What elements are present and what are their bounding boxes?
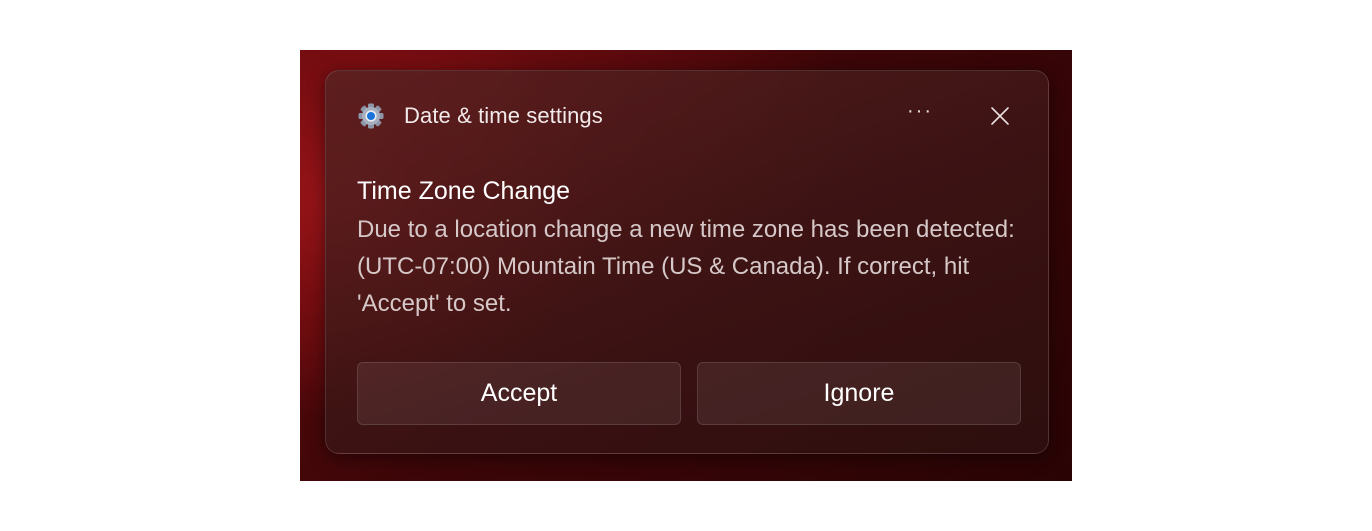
notification-actions: Accept Ignore bbox=[357, 362, 1021, 425]
notification-title: Time Zone Change bbox=[357, 177, 571, 205]
notification-body: Due to a location change a new time zone… bbox=[357, 216, 1015, 317]
more-icon: ··· bbox=[907, 100, 933, 122]
notification-content: Time Zone Change Due to a location chang… bbox=[357, 174, 1037, 322]
notification-header: Date & time settings ··· bbox=[358, 99, 1020, 133]
close-icon bbox=[991, 107, 1009, 125]
ignore-button[interactable]: Ignore bbox=[697, 362, 1021, 425]
gear-icon bbox=[358, 103, 384, 129]
accept-button[interactable]: Accept bbox=[357, 362, 681, 425]
close-button[interactable] bbox=[980, 99, 1020, 133]
more-options-button[interactable]: ··· bbox=[900, 99, 940, 133]
app-name: Date & time settings bbox=[404, 103, 603, 128]
toast-notification[interactable]: Date & time settings ··· Time Zone Chang… bbox=[325, 70, 1049, 454]
